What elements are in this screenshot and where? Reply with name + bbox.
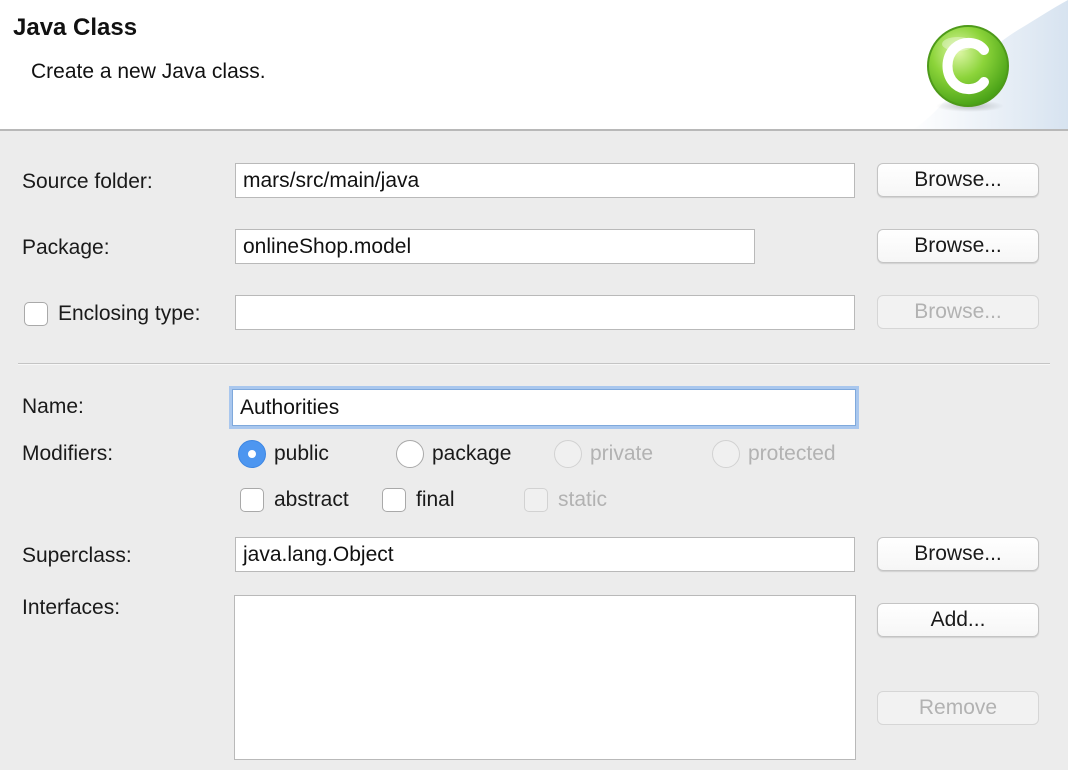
modifier-private-radio[interactable] — [554, 440, 582, 468]
package-field[interactable]: onlineShop.model — [235, 229, 755, 264]
modifier-public-radio[interactable] — [238, 440, 266, 468]
superclass-label: Superclass: — [22, 544, 132, 567]
modifier-static-checkbox[interactable] — [524, 488, 548, 512]
source-folder-label: Source folder: — [22, 170, 153, 193]
remove-interface-button[interactable]: Remove — [877, 691, 1039, 725]
modifier-final-label: final — [416, 488, 455, 511]
source-folder-browse-button[interactable]: Browse... — [877, 163, 1039, 197]
modifier-static-label: static — [558, 488, 608, 511]
java-class-icon — [927, 25, 1009, 112]
modifier-abstract-label: abstract — [274, 488, 349, 511]
wizard-description: Create a new Java class. — [31, 60, 266, 83]
source-folder-field[interactable]: mars/src/main/java — [235, 163, 855, 198]
wizard-title: Java Class — [13, 14, 138, 41]
enclosing-type-field[interactable] — [235, 295, 855, 330]
enclosing-type-checkbox[interactable] — [24, 302, 48, 326]
modifier-package-radio[interactable] — [396, 440, 424, 468]
package-browse-button[interactable]: Browse... — [877, 229, 1039, 263]
superclass-field[interactable]: java.lang.Object — [235, 537, 855, 572]
modifier-protected-radio[interactable] — [712, 440, 740, 468]
modifier-abstract-checkbox[interactable] — [240, 488, 264, 512]
name-label: Name: — [22, 395, 84, 418]
modifier-protected-label: protected — [748, 442, 836, 465]
enclosing-type-label: Enclosing type: — [58, 302, 201, 325]
interfaces-list[interactable] — [234, 595, 856, 760]
modifier-private-label: private — [590, 442, 654, 465]
superclass-browse-button[interactable]: Browse... — [877, 537, 1039, 571]
enclosing-type-browse-button[interactable]: Browse... — [877, 295, 1039, 329]
section-divider — [18, 363, 1050, 365]
package-label: Package: — [22, 236, 110, 259]
modifiers-label: Modifiers: — [22, 442, 114, 465]
add-interface-button[interactable]: Add... — [877, 603, 1039, 637]
modifier-public-label: public — [274, 442, 329, 465]
name-field[interactable]: Authorities — [232, 389, 856, 426]
modifier-package-label: package — [432, 442, 512, 465]
modifier-final-checkbox[interactable] — [382, 488, 406, 512]
interfaces-label: Interfaces: — [22, 596, 121, 619]
wizard-header: Java Class Create a new Java class. — [0, 0, 1068, 131]
